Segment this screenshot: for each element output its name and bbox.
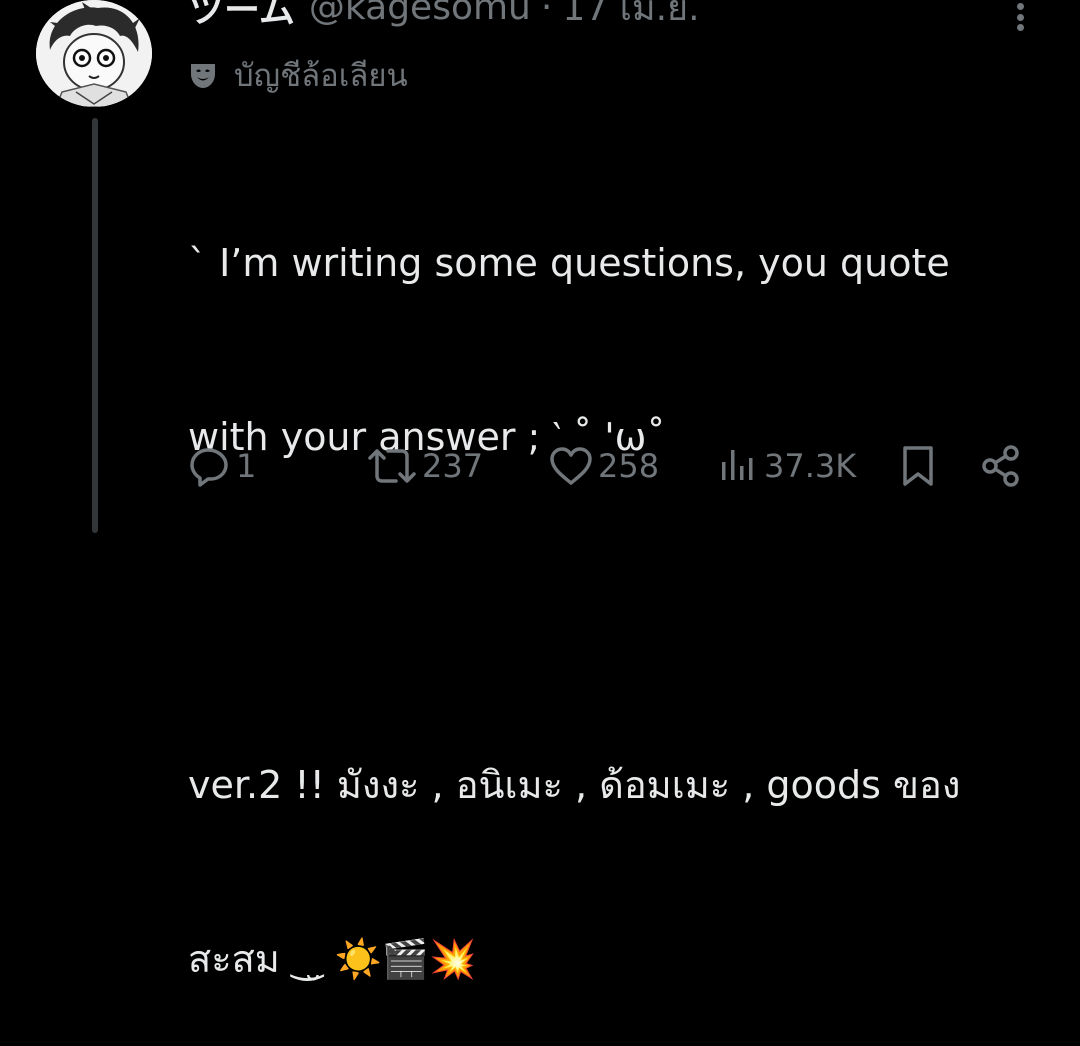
bookmark-icon [898,443,938,489]
like-button[interactable]: 258 [548,440,659,492]
post-text-line: ver.2 !! มังงะ , อนิเมะ , ด้อมเมะ , good… [188,763,961,807]
bookmark-button[interactable] [898,440,938,492]
display-name[interactable]: ツーム [188,0,295,33]
post-text-line: สะสม ‿̮ ☀️🎬💥 [188,937,477,981]
repost-icon [366,444,418,488]
account-label-text: บัญชีล้อเลียน [234,58,408,94]
views-icon [718,444,760,488]
views-count: 37.3K [764,447,857,485]
post-date[interactable]: 17 เม.ย. [562,0,699,36]
action-bar: 1 237 258 37.3K [0,440,1080,492]
repost-button[interactable]: 237 [366,440,483,492]
post-text-line [188,582,1048,640]
more-options-icon[interactable] [1000,0,1040,34]
repost-count: 237 [422,447,484,485]
account-label[interactable]: บัญชีล้อเลียน [188,52,408,98]
reply-button[interactable]: 1 [188,440,256,492]
separator-dot: · [540,0,553,28]
like-icon [548,444,594,488]
avatar[interactable] [36,0,152,107]
like-count: 258 [598,447,660,485]
reply-icon [188,444,232,488]
parody-mask-icon [188,60,218,90]
views-button[interactable]: 37.3K [718,440,856,492]
post-text: ` I’m writing some questions, you quote … [188,118,1048,1046]
handle[interactable]: @kagesomu [309,0,531,28]
reply-count: 1 [236,447,257,485]
post-text-line: ` I’m writing some questions, you quote [188,241,950,285]
post-header: ツーム @kagesomu · 17 เม.ย. [188,0,700,32]
share-button[interactable] [978,440,1024,492]
share-icon [978,443,1024,489]
